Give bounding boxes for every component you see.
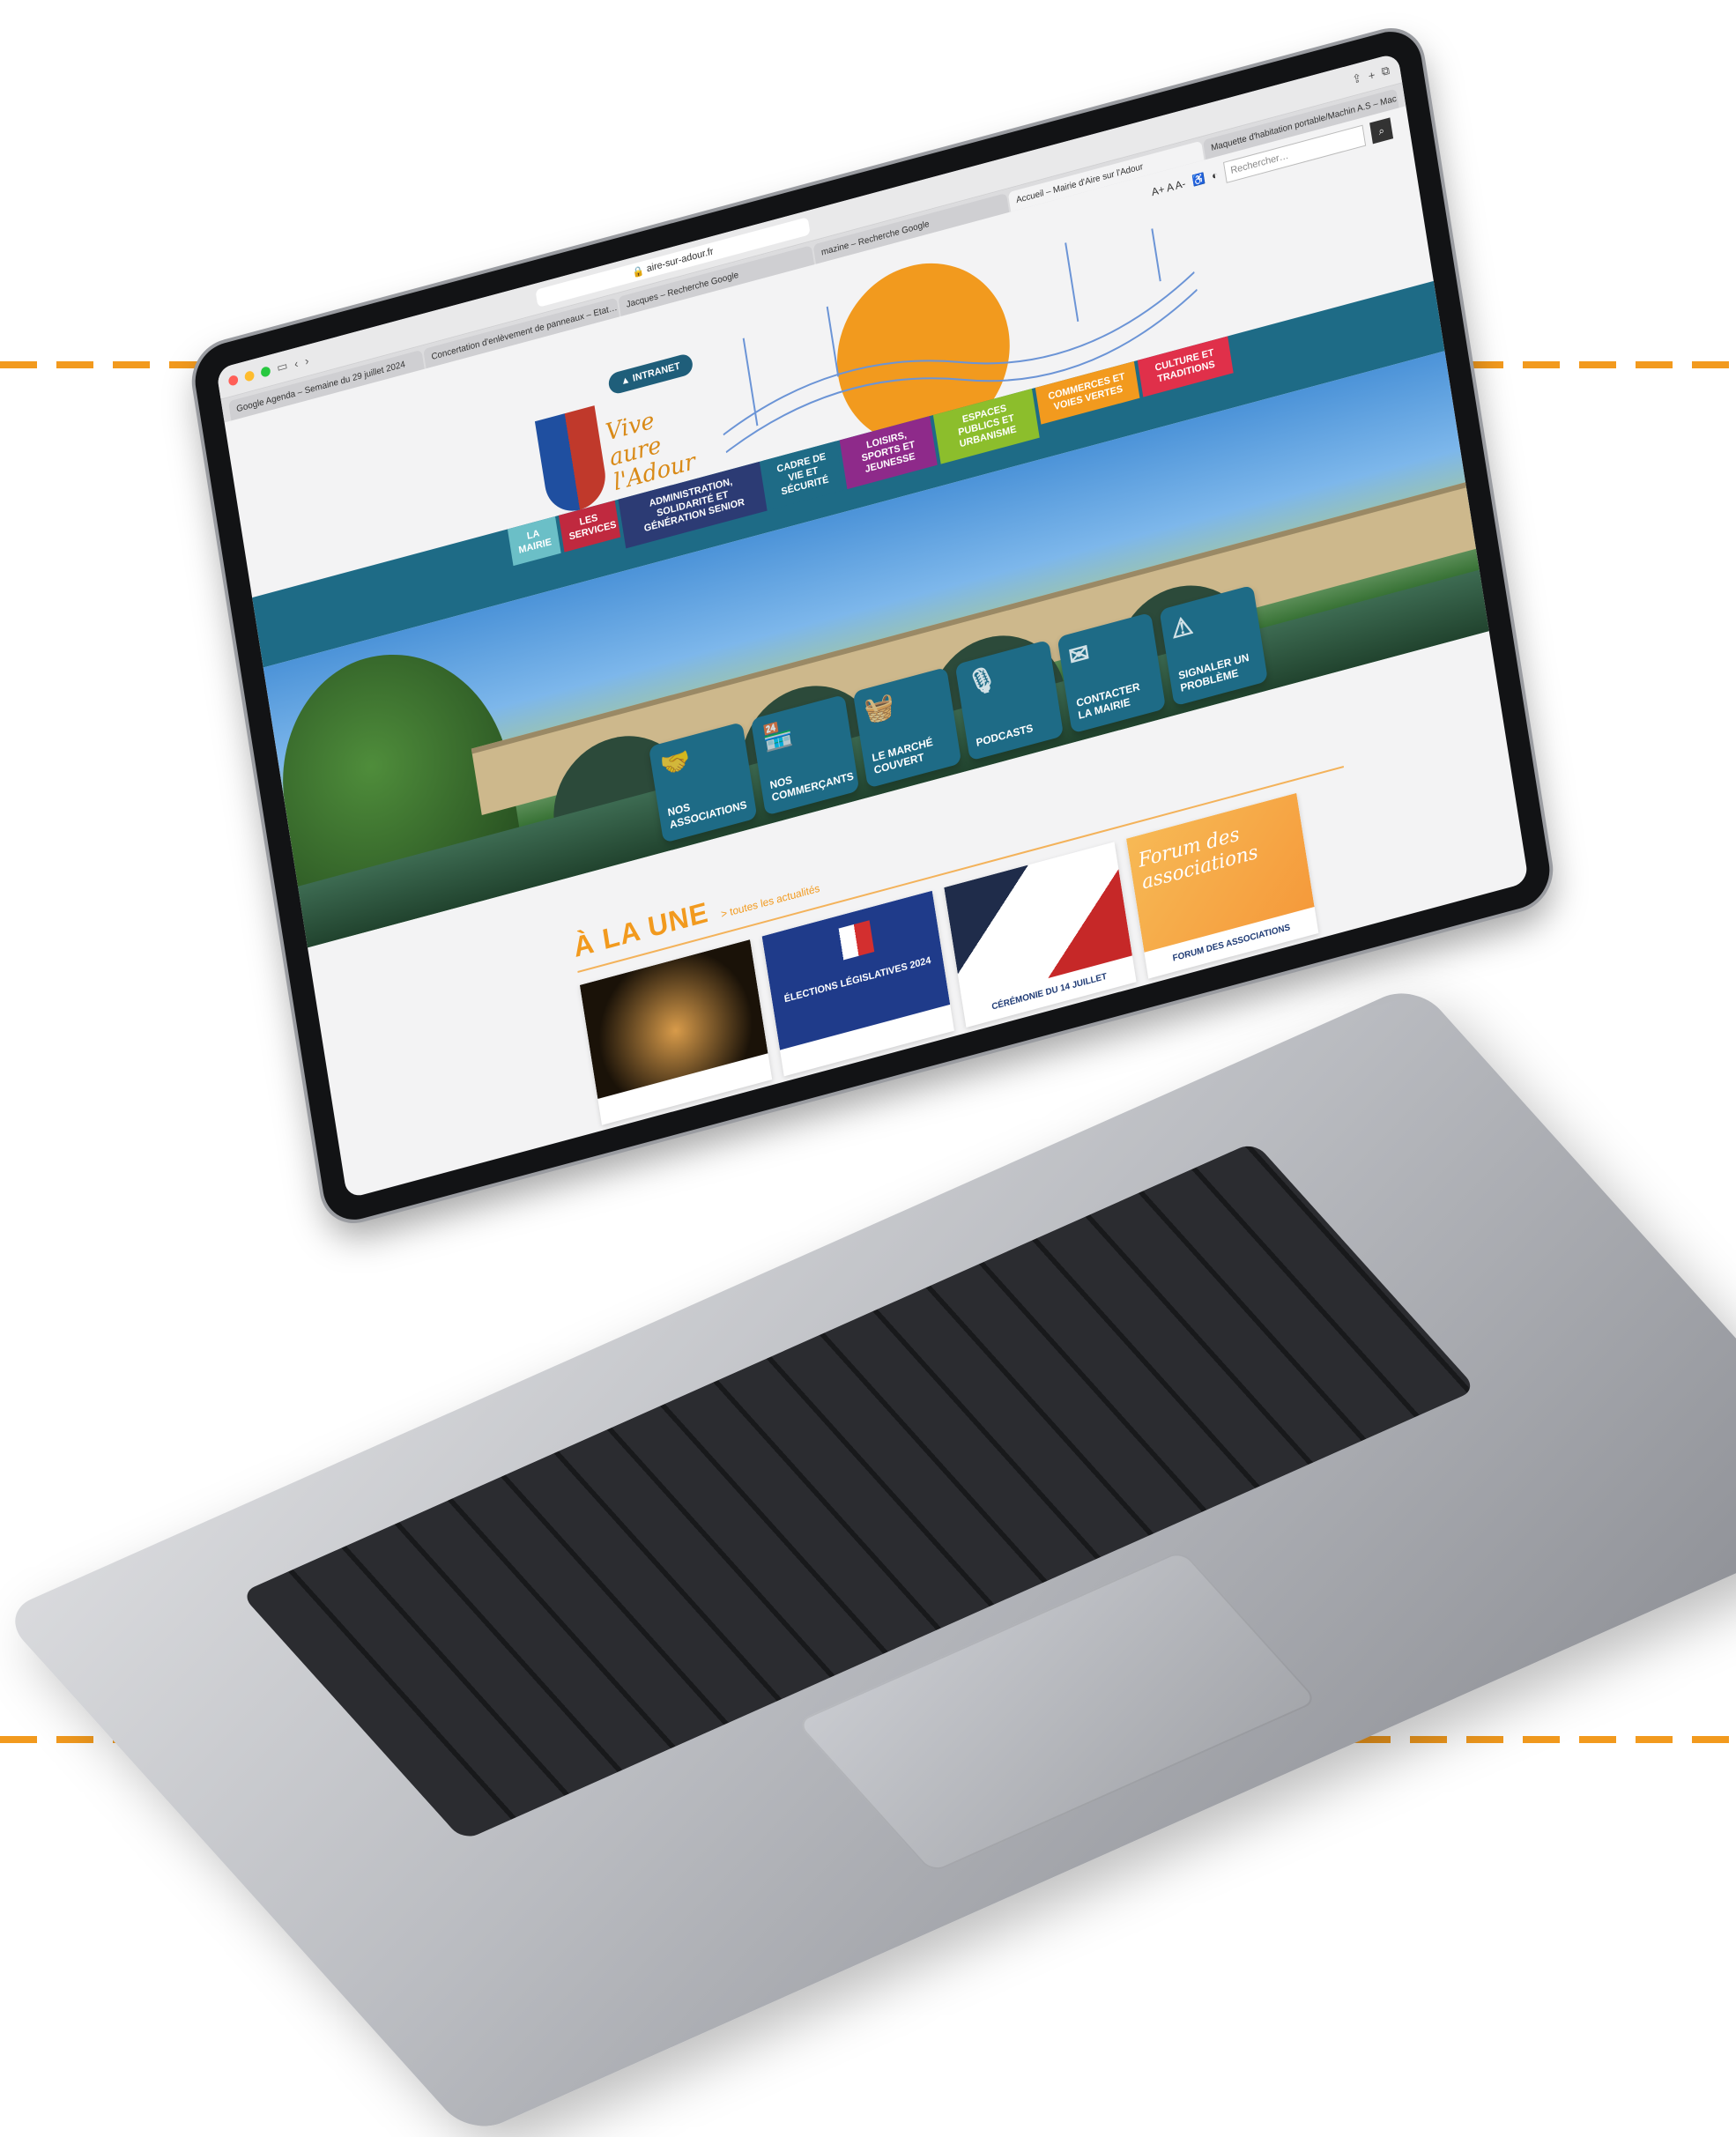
news-title: À LA UNE xyxy=(571,895,711,964)
search-button[interactable]: ⌕ xyxy=(1369,117,1394,145)
forum-poster-text: Forum des associations xyxy=(1137,823,1260,894)
accessibility-icon[interactable]: ♿ xyxy=(1191,172,1206,188)
elections-poster-text: ÉLECTIONS LÉGISLATIVES 2024 xyxy=(783,954,932,1005)
font-size-controls[interactable]: A+ A A- xyxy=(1151,177,1187,198)
search-icon: ⌕ xyxy=(1377,123,1385,137)
back-icon[interactable]: ‹ xyxy=(293,356,300,370)
laptop-base xyxy=(0,983,1736,2137)
new-tab-icon[interactable]: + xyxy=(1368,68,1376,83)
basket-icon: 🧺 xyxy=(862,690,897,726)
warning-icon: ⚠ xyxy=(1168,611,1195,644)
maximize-window-button[interactable] xyxy=(260,365,271,378)
shop-icon: 🏪 xyxy=(760,717,795,753)
sidebar-icon[interactable]: ▭ xyxy=(276,359,288,375)
nav-la-mairie[interactable]: La Mairie xyxy=(507,516,561,567)
share-icon[interactable]: ⇪ xyxy=(1351,70,1362,87)
microphone-icon: 🎙 xyxy=(964,663,1000,699)
envelope-icon: ✉ xyxy=(1066,638,1092,672)
all-news-link[interactable]: > toutes les actualités xyxy=(720,882,820,921)
laptop: ▭ ‹ › 🔒 aire-sur-adour.fr ⇪ + ⧉ Google A… xyxy=(0,24,1736,2137)
minimize-window-button[interactable] xyxy=(243,369,256,382)
lock-icon: 🔒 xyxy=(631,264,648,279)
contrast-icon[interactable]: ◐ xyxy=(1211,168,1219,182)
tab-overview-icon[interactable]: ⧉ xyxy=(1381,63,1391,79)
french-flag-icon xyxy=(823,920,875,965)
coat-of-arms-icon xyxy=(534,405,610,518)
forward-icon[interactable]: › xyxy=(304,353,310,367)
handshake-icon: 🤝 xyxy=(658,745,693,781)
close-window-button[interactable] xyxy=(227,374,239,387)
